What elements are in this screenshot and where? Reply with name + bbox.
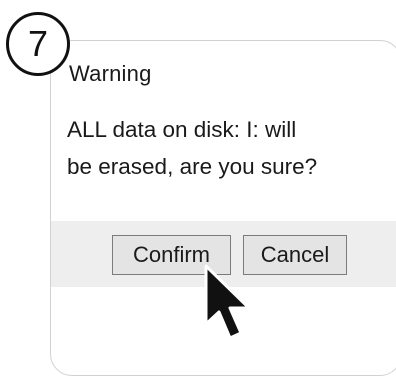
dialog-message: ALL data on disk: I: will be erased, are… xyxy=(67,117,318,179)
step-number-badge: 7 xyxy=(6,12,70,76)
dialog-title: Warning xyxy=(69,61,152,86)
arrow-pointer-icon xyxy=(204,264,251,340)
